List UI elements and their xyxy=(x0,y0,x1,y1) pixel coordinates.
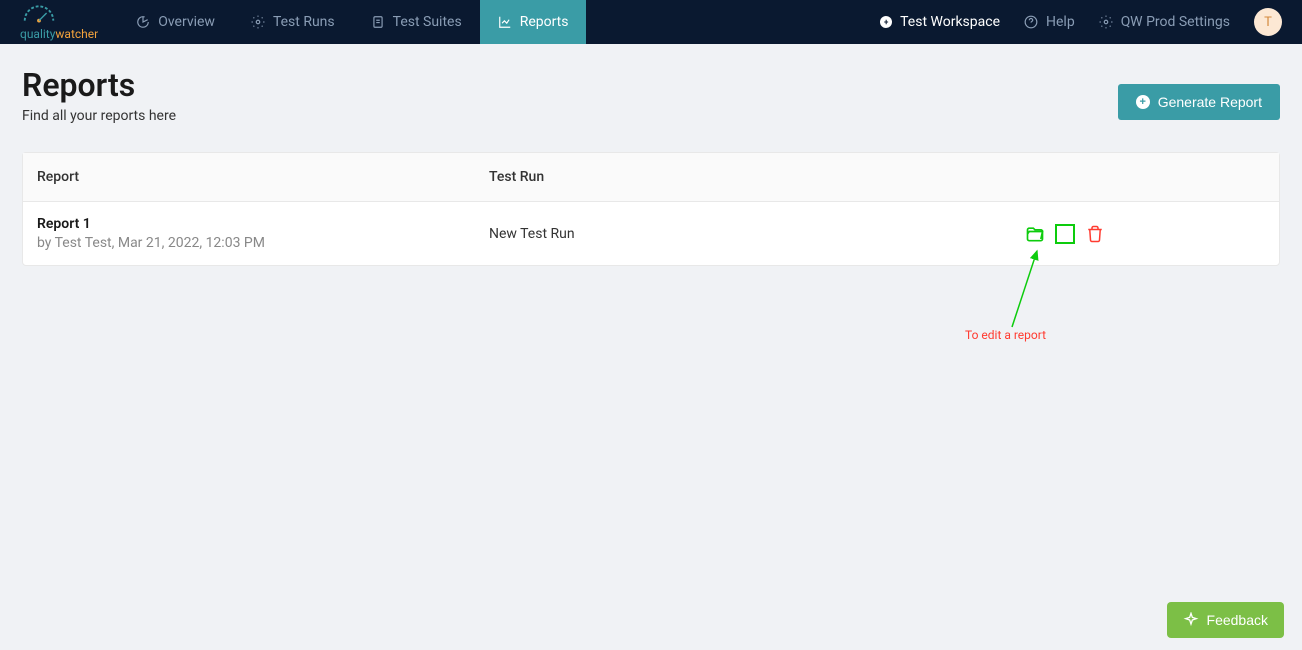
workspace-selector[interactable]: + Test Workspace xyxy=(880,14,1000,30)
nav-testruns[interactable]: Test Runs xyxy=(233,0,353,44)
reports-table: Report Test Run Report 1 by Test Test, M… xyxy=(22,152,1280,266)
nav-overview[interactable]: Overview xyxy=(118,0,233,44)
top-navbar: qualitywatcher Overview Test Runs Test S… xyxy=(0,0,1302,44)
nav-reports-label: Reports xyxy=(520,14,569,30)
page-subtitle: Find all your reports here xyxy=(22,108,176,124)
nav-overview-label: Overview xyxy=(158,14,215,30)
settings-label: QW Prod Settings xyxy=(1121,14,1230,30)
nav-items: Overview Test Runs Test Suites Reports xyxy=(118,0,586,44)
workspace-label: Test Workspace xyxy=(900,14,1000,30)
avatar-initial: T xyxy=(1264,15,1272,30)
feedback-button[interactable]: Feedback xyxy=(1167,602,1284,638)
delete-report-button[interactable] xyxy=(1085,224,1105,244)
generate-report-label: Generate Report xyxy=(1158,94,1262,110)
logo[interactable]: qualitywatcher xyxy=(20,3,98,41)
nav-reports[interactable]: Reports xyxy=(480,0,587,44)
annotation-text: To edit a report xyxy=(965,328,1046,342)
generate-report-button[interactable]: + Generate Report xyxy=(1118,84,1280,120)
page-title: Reports xyxy=(22,66,176,104)
nav-testsuites-label: Test Suites xyxy=(393,14,462,30)
sparkle-icon xyxy=(1183,612,1199,628)
report-cell: Report 1 by Test Test, Mar 21, 2022, 12:… xyxy=(37,216,489,251)
folder-open-icon xyxy=(1025,224,1045,244)
report-name[interactable]: Report 1 xyxy=(37,216,489,232)
feedback-label: Feedback xyxy=(1207,612,1268,628)
pie-chart-icon xyxy=(136,15,150,29)
chart-line-icon xyxy=(498,15,512,29)
plus-circle-icon: + xyxy=(1136,95,1150,109)
nav-testsuites[interactable]: Test Suites xyxy=(353,0,480,44)
th-testrun: Test Run xyxy=(489,169,1265,185)
help-label: Help xyxy=(1046,14,1075,30)
question-circle-icon xyxy=(1024,15,1038,29)
open-folder-button[interactable] xyxy=(1025,224,1045,244)
nav-testruns-label: Test Runs xyxy=(273,14,335,30)
logo-text: qualitywatcher xyxy=(20,27,98,41)
nav-right: + Test Workspace Help QW Prod Settings T xyxy=(880,8,1282,36)
gear-icon xyxy=(251,15,265,29)
th-report: Report xyxy=(37,169,489,185)
table-header: Report Test Run xyxy=(23,153,1279,202)
actions-cell xyxy=(1025,224,1265,244)
gear-icon xyxy=(1099,15,1113,29)
avatar[interactable]: T xyxy=(1254,8,1282,36)
trash-icon xyxy=(1086,225,1104,243)
table-row: Report 1 by Test Test, Mar 21, 2022, 12:… xyxy=(23,202,1279,265)
help-link[interactable]: Help xyxy=(1024,14,1075,30)
testrun-cell: New Test Run xyxy=(489,226,1025,242)
clipboard-icon xyxy=(371,15,385,29)
report-meta: by Test Test, Mar 21, 2022, 12:03 PM xyxy=(37,235,489,251)
page-header: Reports Find all your reports here + Gen… xyxy=(22,66,1280,124)
logo-arc-icon xyxy=(20,3,58,23)
settings-link[interactable]: QW Prod Settings xyxy=(1099,14,1230,30)
page-content: Reports Find all your reports here + Gen… xyxy=(0,44,1302,288)
workspace-dot-icon: + xyxy=(880,16,892,28)
edit-report-button[interactable] xyxy=(1055,224,1075,244)
